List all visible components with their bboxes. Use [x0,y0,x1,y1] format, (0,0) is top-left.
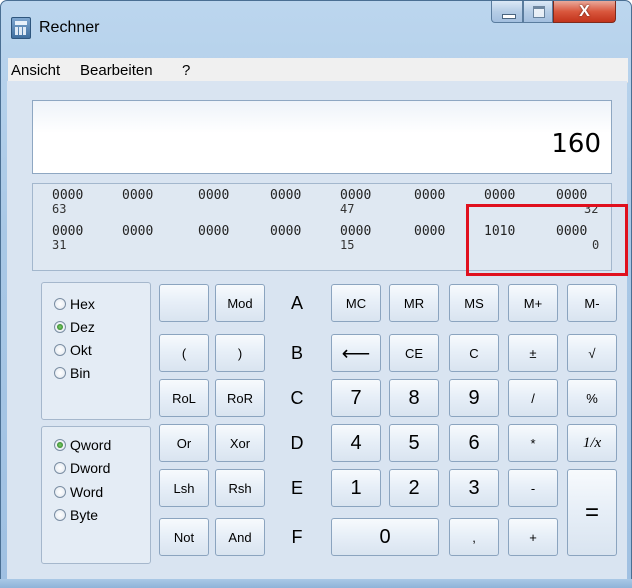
rol-button[interactable]: RoL [159,379,209,417]
open-paren-button[interactable]: ( [159,334,209,372]
hex-d-button[interactable]: D [272,424,322,462]
mr-button[interactable]: MR [389,284,439,322]
close-button[interactable]: X [553,1,616,23]
radio-button-icon [54,344,66,356]
radio-word[interactable]: Word [54,484,103,500]
mod-button[interactable]: Mod [215,284,265,322]
bit-nibble[interactable]: 0000 [270,188,301,203]
equals-button[interactable]: = [567,469,617,556]
menu-help[interactable]: ? [182,62,190,79]
digit-3-button[interactable]: 3 [449,469,499,507]
close-paren-button[interactable]: ) [215,334,265,372]
menu-bearbeiten[interactable]: Bearbeiten [80,62,153,79]
bit-index-63: 63 [52,202,67,216]
decimal-comma-button[interactable]: , [449,518,499,556]
radio-bin[interactable]: Bin [54,365,90,381]
or-button[interactable]: Or [159,424,209,462]
digit-8-button[interactable]: 8 [389,379,439,417]
highlight-box [466,204,628,276]
radio-button-icon [54,462,66,474]
ror-button[interactable]: RoR [215,379,265,417]
radio-dez[interactable]: Dez [54,319,95,335]
bit-nibble[interactable]: 0000 [122,224,153,239]
ms-button[interactable]: MS [449,284,499,322]
close-icon: X [579,3,590,20]
bit-nibble[interactable]: 0000 [122,188,153,203]
display-value: 160 [551,129,601,159]
radio-button-icon [54,509,66,521]
digit-0-button[interactable]: 0 [331,518,439,556]
hex-f-button[interactable]: F [272,518,322,556]
add-button[interactable]: + [508,518,558,556]
radio-button-icon [54,298,66,310]
maximize-icon [533,6,545,18]
radio-hex[interactable]: Hex [54,296,95,312]
bit-nibble[interactable]: 0000 [52,188,83,203]
title-bar[interactable]: Rechner X [1,1,631,47]
hex-a-button[interactable]: A [272,284,322,322]
digit-5-button[interactable]: 5 [389,424,439,462]
subtract-button[interactable]: - [508,469,558,507]
menu-ansicht[interactable]: Ansicht [11,62,60,79]
window-title: Rechner [39,19,100,36]
radio-okt[interactable]: Okt [54,342,92,358]
radio-button-icon [54,367,66,379]
percent-button[interactable]: % [567,379,617,417]
bit-index-15: 15 [340,238,355,252]
maximize-button[interactable] [523,1,553,23]
window-bottom-border [0,579,632,588]
m-plus-button[interactable]: M+ [508,284,558,322]
backspace-button[interactable]: ⟵ [331,334,381,372]
digit-2-button[interactable]: 2 [389,469,439,507]
radio-button-icon [54,486,66,498]
calculator-app-icon [11,17,31,39]
radio-button-icon [54,321,66,333]
digit-4-button[interactable]: 4 [331,424,381,462]
bit-index-47: 47 [340,202,355,216]
bit-nibble[interactable]: 0000 [556,188,587,203]
hex-c-button[interactable]: C [272,379,322,417]
bit-nibble[interactable]: 0000 [198,224,229,239]
bit-nibble[interactable]: 0000 [52,224,83,239]
multiply-button[interactable]: * [508,424,558,462]
blank-button[interactable] [159,284,209,322]
result-display: 160 [32,100,612,174]
sqrt-button[interactable]: √ [567,334,617,372]
bit-nibble[interactable]: 0000 [414,224,445,239]
reciprocal-button[interactable]: 1/x [567,424,617,462]
plus-minus-button[interactable]: ± [508,334,558,372]
m-minus-button[interactable]: M- [567,284,617,322]
bit-nibble[interactable]: 0000 [198,188,229,203]
minimize-icon [502,14,516,19]
digit-7-button[interactable]: 7 [331,379,381,417]
radio-button-icon [54,439,66,451]
bit-nibble[interactable]: 0000 [484,188,515,203]
menu-bar: Ansicht Bearbeiten ? [8,58,628,83]
hex-e-button[interactable]: E [272,469,322,507]
divide-button[interactable]: / [508,379,558,417]
clear-button[interactable]: C [449,334,499,372]
bit-nibble[interactable]: 0000 [340,188,371,203]
ce-button[interactable]: CE [389,334,439,372]
bit-nibble[interactable]: 0000 [340,224,371,239]
backspace-arrow-icon: ⟵ [341,342,371,365]
digit-9-button[interactable]: 9 [449,379,499,417]
digit-1-button[interactable]: 1 [331,469,381,507]
mc-button[interactable]: MC [331,284,381,322]
radio-qword[interactable]: Qword [54,437,111,453]
radio-dword[interactable]: Dword [54,460,110,476]
bit-nibble[interactable]: 0000 [270,224,301,239]
minimize-button[interactable] [491,1,523,23]
rsh-button[interactable]: Rsh [215,469,265,507]
digit-6-button[interactable]: 6 [449,424,499,462]
bit-index-31: 31 [52,238,67,252]
lsh-button[interactable]: Lsh [159,469,209,507]
xor-button[interactable]: Xor [215,424,265,462]
hex-b-button[interactable]: B [272,334,322,372]
not-button[interactable]: Not [159,518,209,556]
bit-nibble[interactable]: 0000 [414,188,445,203]
radio-byte[interactable]: Byte [54,507,98,523]
and-button[interactable]: And [215,518,265,556]
